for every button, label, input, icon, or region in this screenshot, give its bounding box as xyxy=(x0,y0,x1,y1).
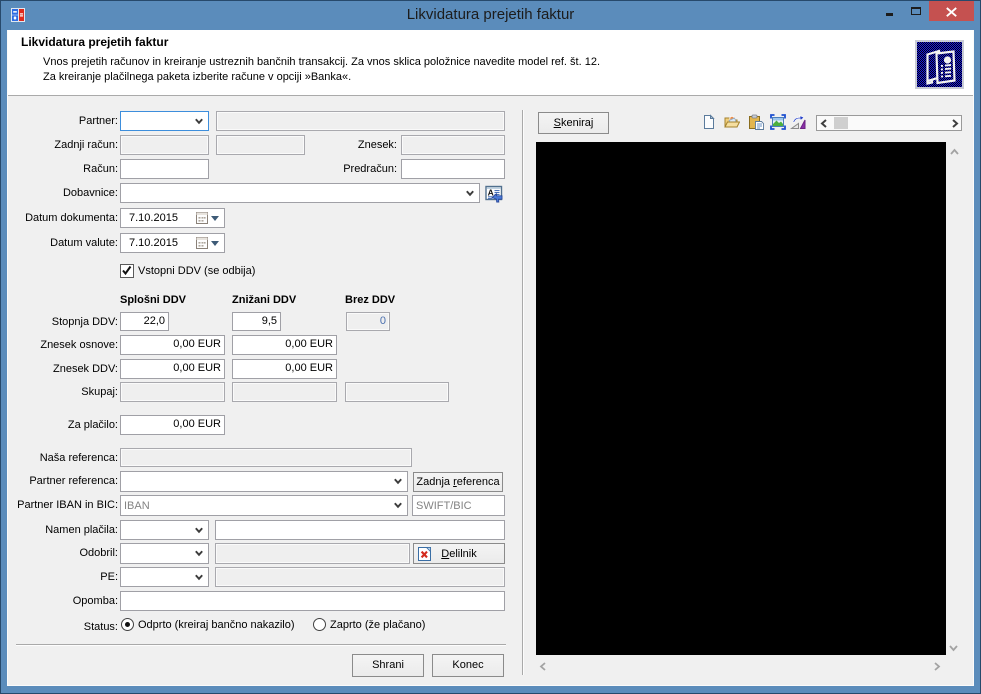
svg-text:A: A xyxy=(488,188,494,198)
